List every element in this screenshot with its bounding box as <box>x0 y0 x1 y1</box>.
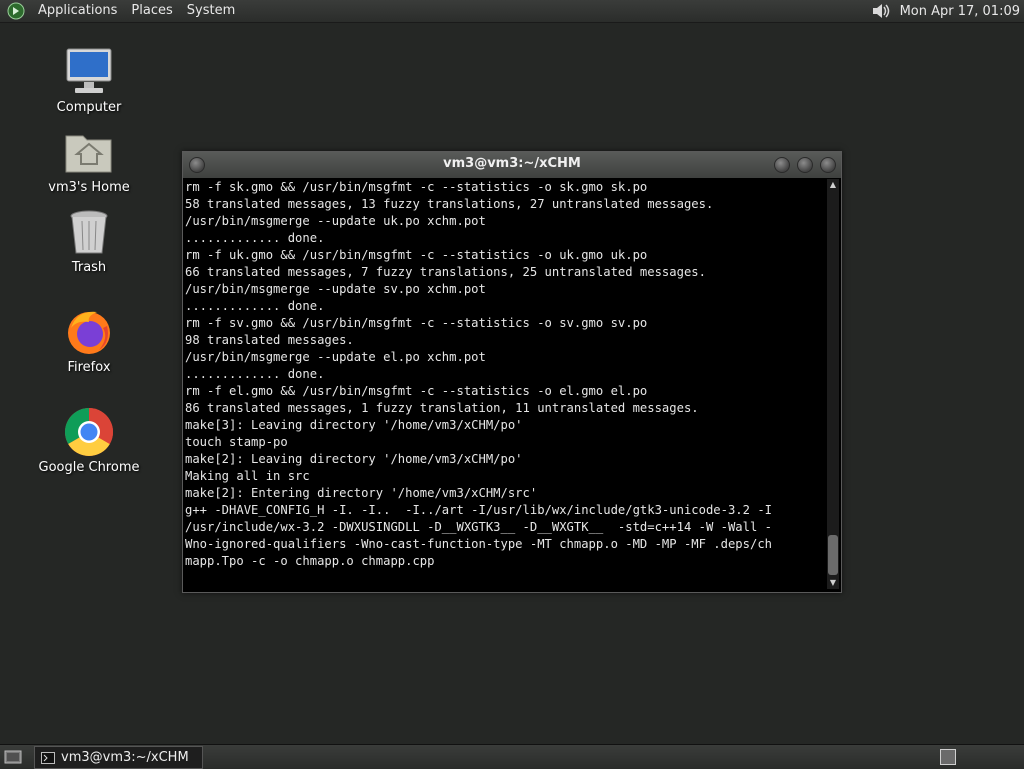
desktop-icon-label: Google Chrome <box>38 460 140 475</box>
terminal-line: rm -f uk.gmo && /usr/bin/msgfmt -c --sta… <box>185 248 648 262</box>
trash-icon <box>70 210 108 254</box>
scrollbar-thumb[interactable] <box>828 535 838 575</box>
terminal-icon <box>41 751 55 764</box>
close-button[interactable] <box>820 157 836 173</box>
terminal-line: ............. done. <box>185 231 325 245</box>
home-folder-icon <box>65 135 112 173</box>
terminal-line: rm -f sv.gmo && /usr/bin/msgfmt -c --sta… <box>185 316 648 330</box>
scroll-up-arrow-icon[interactable]: ▲ <box>827 179 839 191</box>
show-desktop-icon[interactable] <box>4 748 22 766</box>
chrome-icon <box>64 408 114 457</box>
terminal-line: make[2]: Leaving directory '/home/vm3/xC… <box>185 452 523 466</box>
firefox-icon <box>68 311 110 354</box>
terminal-line: /usr/bin/msgmerge --update el.po xchm.po… <box>185 350 486 364</box>
places-menu[interactable]: Places <box>124 0 179 22</box>
maximize-button[interactable] <box>797 157 813 173</box>
terminal-line: 86 translated messages, 1 fuzzy translat… <box>185 401 699 415</box>
terminal-line: /usr/include/wx-3.2 -DWXUSINGDLL -D__WXG… <box>185 520 772 534</box>
desktop-icon-label: Firefox <box>67 360 111 375</box>
terminal-window[interactable]: vm3@vm3:~/xCHM rm -f sk.gmo && /usr/bin/… <box>182 151 842 593</box>
terminal-output[interactable]: rm -f sk.gmo && /usr/bin/msgfmt -c --sta… <box>185 179 825 589</box>
terminal-line: Making all in src <box>185 469 310 483</box>
terminal-line: /usr/bin/msgmerge --update uk.po xchm.po… <box>185 214 486 228</box>
terminal-line: 98 translated messages. <box>185 333 354 347</box>
terminal-line: ............. done. <box>185 367 325 381</box>
volume-icon[interactable] <box>870 1 894 21</box>
terminal-line: make[3]: Leaving directory '/home/vm3/xC… <box>185 418 523 432</box>
terminal-line: 58 translated messages, 13 fuzzy transla… <box>185 197 714 211</box>
terminal-line: 66 translated messages, 7 fuzzy translat… <box>185 265 706 279</box>
desktop-icon-chrome[interactable]: Google Chrome <box>34 406 144 475</box>
minimize-button[interactable] <box>774 157 790 173</box>
terminal-line: rm -f sk.gmo && /usr/bin/msgfmt -c --sta… <box>185 180 648 194</box>
desktop-icon-firefox[interactable]: Firefox <box>34 306 144 375</box>
panel-tray: Mon Apr 17, 01:09 <box>870 0 1020 22</box>
window-menu-button[interactable] <box>189 157 205 173</box>
desktop-icon-home[interactable]: vm3's Home <box>34 126 144 195</box>
computer-icon <box>66 48 112 93</box>
terminal-line: ............. done. <box>185 299 325 313</box>
window-titlebar[interactable]: vm3@vm3:~/xCHM <box>183 152 841 178</box>
bottom-panel: vm3@vm3:~/xCHM <box>0 744 1024 769</box>
applications-menu[interactable]: Applications <box>31 0 124 22</box>
main-menu-logo-icon[interactable] <box>7 2 25 20</box>
terminal-line: make[2]: Entering directory '/home/vm3/x… <box>185 486 538 500</box>
top-panel: Applications Places System Mon Apr 17, 0… <box>0 0 1024 23</box>
desktop-icon-label: Computer <box>56 100 122 115</box>
terminal-line: g++ -DHAVE_CONFIG_H -I. -I.. -I../art -I… <box>185 503 772 517</box>
scroll-down-arrow-icon[interactable]: ▼ <box>827 577 839 589</box>
desktop-icon-computer[interactable]: Computer <box>34 46 144 115</box>
desktop-icon-trash[interactable]: Trash <box>34 206 144 275</box>
terminal-line: /usr/bin/msgmerge --update sv.po xchm.po… <box>185 282 486 296</box>
terminal-line: touch stamp-po <box>185 435 288 449</box>
terminal-line: rm -f el.gmo && /usr/bin/msgfmt -c --sta… <box>185 384 648 398</box>
desktop-icon-label: Trash <box>71 260 107 275</box>
taskbar-item-label: vm3@vm3:~/xCHM <box>61 749 189 765</box>
terminal-line: mapp.Tpo -c -o chmapp.o chmapp.cpp <box>185 554 435 568</box>
terminal-line: Wno-ignored-qualifiers -Wno-cast-functio… <box>185 537 772 551</box>
terminal-scrollbar[interactable]: ▲ ▼ <box>827 179 839 589</box>
workspace-switcher[interactable] <box>940 749 956 765</box>
clock[interactable]: Mon Apr 17, 01:09 <box>900 4 1020 19</box>
window-title: vm3@vm3:~/xCHM <box>443 156 581 171</box>
desktop: Applications Places System Mon Apr 17, 0… <box>0 0 1024 769</box>
system-menu[interactable]: System <box>180 0 242 22</box>
desktop-icon-label: vm3's Home <box>48 180 130 195</box>
taskbar-item-terminal[interactable]: vm3@vm3:~/xCHM <box>34 746 203 769</box>
